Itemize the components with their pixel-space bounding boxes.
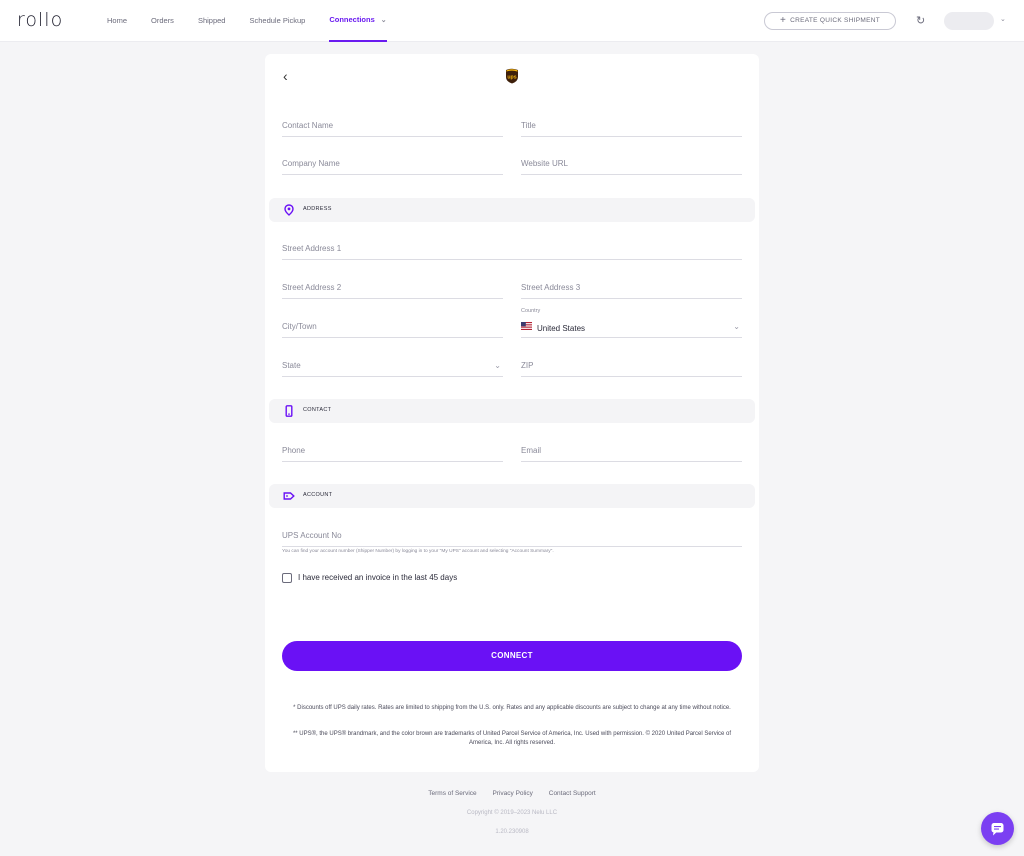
street-address-2-placeholder: Street Address 2 <box>282 283 342 292</box>
zip-field[interactable]: ZIP <box>521 349 742 377</box>
privacy-policy-link[interactable]: Privacy Policy <box>492 790 532 797</box>
title-field[interactable]: Title <box>521 109 742 137</box>
main-nav: Home Orders Shipped Schedule Pickup Conn… <box>107 0 411 42</box>
top-navigation-bar: rollo Home Orders Shipped Schedule Picku… <box>0 0 1024 42</box>
nav-orders[interactable]: Orders <box>151 0 174 42</box>
back-arrow-icon[interactable]: ‹ <box>283 68 288 84</box>
chat-icon <box>991 823 1004 836</box>
plus-icon: + <box>779 15 787 26</box>
rates-disclaimer: * Discounts off UPS daily rates. Rates a… <box>293 705 731 711</box>
ups-connection-card: ‹ ups Contact Name Title Company Name We… <box>265 54 759 772</box>
street-address-2-field[interactable]: Street Address 2 <box>282 271 503 299</box>
street-address-3-placeholder: Street Address 3 <box>521 283 581 292</box>
website-url-placeholder: Website URL <box>521 159 568 168</box>
account-number-hint: You can find your account number (Shippe… <box>282 549 554 554</box>
chevron-down-icon: ⌄ <box>380 17 387 24</box>
country-value: United States <box>537 324 586 333</box>
ups-logo-icon: ups <box>506 68 518 84</box>
us-flag-icon <box>521 322 532 330</box>
city-field[interactable]: City/Town <box>282 310 503 338</box>
country-label: Country <box>521 308 541 314</box>
quick-shipment-label: CREATE QUICK SHIPMENT <box>790 17 881 24</box>
address-section-title: ADDRESS <box>303 206 332 212</box>
nav-schedule-pickup[interactable]: Schedule Pickup <box>249 0 305 42</box>
phone-placeholder: Phone <box>282 446 306 455</box>
account-section-title: ACCOUNT <box>303 492 333 498</box>
nav-connections[interactable]: Connections ⌄ <box>329 0 387 42</box>
zip-placeholder: ZIP <box>521 361 534 370</box>
ups-account-number-field[interactable]: UPS Account No <box>282 519 742 547</box>
chevron-down-icon[interactable]: ⌄ <box>1000 15 1006 23</box>
contact-section-title: CONTACT <box>303 407 332 413</box>
title-placeholder: Title <box>521 121 536 130</box>
tag-icon <box>283 492 295 500</box>
website-url-field[interactable]: Website URL <box>521 147 742 175</box>
contact-name-placeholder: Contact Name <box>282 121 334 130</box>
account-menu[interactable] <box>944 12 994 30</box>
chat-widget-button[interactable] <box>981 812 1014 845</box>
contact-support-link[interactable]: Contact Support <box>549 790 596 797</box>
account-section-header: ACCOUNT <box>269 484 755 508</box>
email-placeholder: Email <box>521 446 542 455</box>
invoice-checkbox[interactable] <box>282 573 292 583</box>
chevron-down-icon: ⌄ <box>494 361 501 370</box>
terms-of-service-link[interactable]: Terms of Service <box>428 790 476 797</box>
chevron-down-icon: ⌄ <box>733 322 740 331</box>
company-name-placeholder: Company Name <box>282 159 340 168</box>
nav-connections-label: Connections <box>329 15 375 24</box>
company-name-field[interactable]: Company Name <box>282 147 503 175</box>
street-address-3-field[interactable]: Street Address 3 <box>521 271 742 299</box>
nav-shipped[interactable]: Shipped <box>198 0 226 42</box>
ups-account-placeholder: UPS Account No <box>282 531 342 540</box>
footer-links: Terms of Service Privacy Policy Contact … <box>0 790 1024 797</box>
trademark-disclaimer: ** UPS®, the UPS® brandmark, and the col… <box>292 731 732 746</box>
street-address-1-placeholder: Street Address 1 <box>282 244 342 253</box>
street-address-1-field[interactable]: Street Address 1 <box>282 232 742 260</box>
email-field[interactable]: Email <box>521 434 742 462</box>
city-placeholder: City/Town <box>282 322 317 331</box>
country-select[interactable]: Country United States ⌄ <box>521 308 742 338</box>
create-quick-shipment-button[interactable]: + CREATE QUICK SHIPMENT <box>764 12 896 30</box>
invoice-checkbox-label[interactable]: I have received an invoice in the last 4… <box>298 573 457 582</box>
svg-text:ups: ups <box>507 75 516 81</box>
version-text: 1.20.230908 <box>495 829 529 835</box>
phone-device-icon <box>285 405 293 417</box>
connect-button[interactable]: CONNECT <box>282 641 742 671</box>
state-select[interactable]: State ⌄ <box>282 349 503 377</box>
rollo-logo[interactable]: rollo <box>17 9 63 31</box>
address-section-header: ADDRESS <box>269 198 755 222</box>
phone-field[interactable]: Phone <box>282 434 503 462</box>
location-pin-icon <box>284 204 294 216</box>
copyright-text: Copyright © 2019–2023 Nelu LLC <box>466 810 558 816</box>
contact-section-header: CONTACT <box>269 399 755 423</box>
nav-home[interactable]: Home <box>107 0 127 42</box>
contact-name-field[interactable]: Contact Name <box>282 109 503 137</box>
refresh-icon[interactable]: ↻ <box>916 14 925 27</box>
state-placeholder: State <box>282 361 301 370</box>
